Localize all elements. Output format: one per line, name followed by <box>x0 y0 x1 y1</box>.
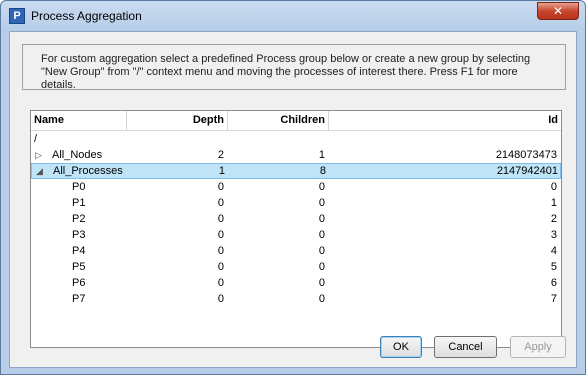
depth-cell: 0 <box>217 245 224 257</box>
name-cell: P2 <box>72 213 86 225</box>
tree-row-process[interactable]: P4 0 0 4 <box>31 243 561 259</box>
title-bar[interactable]: P Process Aggregation ✕ <box>1 1 585 31</box>
depth-cell: 0 <box>217 213 224 225</box>
tree-header: Name Depth Children Id <box>31 111 561 131</box>
depth-cell: 0 <box>217 229 224 241</box>
name-cell: P7 <box>72 293 86 305</box>
children-cell: 0 <box>318 213 325 225</box>
id-cell: 4 <box>550 245 557 257</box>
id-cell: 5 <box>550 261 557 273</box>
children-cell: 8 <box>319 165 326 177</box>
children-cell: 0 <box>318 245 325 257</box>
column-header-children[interactable]: Children <box>228 111 329 130</box>
tree-row-process[interactable]: P7 0 0 7 <box>31 291 561 307</box>
tree-row-group[interactable]: ▷ All_Nodes 2 1 2148073473 <box>31 147 561 163</box>
cancel-button[interactable]: Cancel <box>434 336 497 358</box>
apply-button[interactable]: Apply <box>510 336 566 358</box>
name-cell: P5 <box>72 261 86 273</box>
tree-row-process[interactable]: P6 0 0 6 <box>31 275 561 291</box>
name-cell: All_Processes <box>53 165 123 177</box>
name-cell: All_Nodes <box>52 149 103 161</box>
column-header-id[interactable]: Id <box>329 111 561 130</box>
id-cell: 6 <box>550 277 557 289</box>
depth-cell: 1 <box>218 165 225 177</box>
id-cell: 2 <box>550 213 557 225</box>
expand-arrow-icon[interactable]: ▷ <box>35 147 45 163</box>
dialog-body: For custom aggregation select a predefin… <box>9 31 577 368</box>
children-cell: 0 <box>318 229 325 241</box>
name-cell: / <box>34 133 38 145</box>
collapse-arrow-icon[interactable]: ◢ <box>36 164 46 178</box>
ok-button[interactable]: OK <box>380 336 422 358</box>
id-cell: 0 <box>550 181 557 193</box>
tree-row-process[interactable]: P1 0 0 1 <box>31 195 561 211</box>
tree-row-process[interactable]: P5 0 0 5 <box>31 259 561 275</box>
info-text-box: For custom aggregation select a predefin… <box>22 44 566 91</box>
process-aggregation-dialog: P Process Aggregation ✕ For custom aggre… <box>0 0 586 375</box>
id-cell: 1 <box>550 197 557 209</box>
name-cell: P3 <box>72 229 86 241</box>
app-icon: P <box>9 8 25 24</box>
tree-row-process[interactable]: P2 0 0 2 <box>31 211 561 227</box>
depth-cell: 0 <box>217 181 224 193</box>
children-cell: 0 <box>318 277 325 289</box>
children-cell: 1 <box>318 149 325 161</box>
column-header-name[interactable]: Name <box>31 111 127 130</box>
process-tree[interactable]: Name Depth Children Id / ▷ All_Nodes 2 1 2148… <box>30 110 562 348</box>
depth-cell: 0 <box>217 197 224 209</box>
tree-row-process[interactable]: P3 0 0 3 <box>31 227 561 243</box>
info-text: For custom aggregation select a predefin… <box>41 53 531 91</box>
name-cell: P1 <box>72 197 86 209</box>
depth-cell: 0 <box>217 293 224 305</box>
children-cell: 0 <box>318 197 325 209</box>
children-cell: 0 <box>318 181 325 193</box>
tree-row-root[interactable]: / <box>31 131 561 147</box>
children-cell: 0 <box>318 261 325 273</box>
depth-cell: 0 <box>217 277 224 289</box>
id-cell: 2147942401 <box>496 165 558 177</box>
id-cell: 2148073473 <box>495 149 557 161</box>
id-cell: 7 <box>550 293 557 305</box>
name-cell: P6 <box>72 277 86 289</box>
close-button[interactable]: ✕ <box>537 2 579 20</box>
column-header-depth[interactable]: Depth <box>127 111 228 130</box>
children-cell: 0 <box>318 293 325 305</box>
depth-cell: 0 <box>217 261 224 273</box>
tree-row-group[interactable]: ◢ All_Processes 1 8 2147942401 <box>31 163 561 179</box>
depth-cell: 2 <box>217 149 224 161</box>
tree-row-process[interactable]: P0 0 0 0 <box>31 179 561 195</box>
name-cell: P4 <box>72 245 86 257</box>
id-cell: 3 <box>550 229 557 241</box>
window-title: Process Aggregation <box>31 9 142 23</box>
name-cell: P0 <box>72 181 86 193</box>
